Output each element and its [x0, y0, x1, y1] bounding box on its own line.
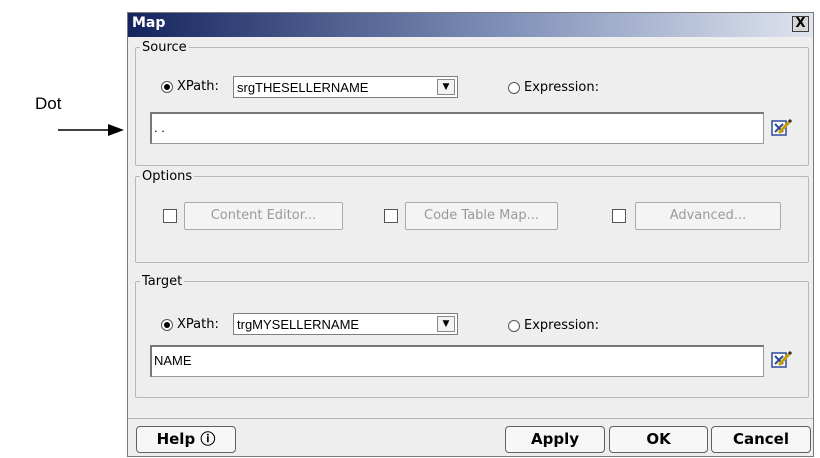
ok-button[interactable]: OK — [609, 426, 708, 453]
chevron-down-icon[interactable]: ▼ — [437, 79, 455, 95]
source-expression-radio[interactable]: Expression: — [508, 80, 599, 95]
radio-unselected-icon — [508, 319, 520, 332]
target-xpath-combobox[interactable]: trgMYSELLERNAME ▼ — [233, 313, 458, 335]
source-legend: Source — [142, 40, 187, 55]
source-field-value: . . — [154, 120, 165, 135]
source-xpath-combobox[interactable]: srgTHESELLERNAME ▼ — [233, 76, 458, 98]
annotation-arrow-icon — [58, 124, 124, 136]
source-group: Source — [135, 40, 809, 166]
target-expression-field[interactable]: NAME — [150, 345, 764, 377]
target-field-value: NAME — [154, 353, 192, 368]
advanced-button[interactable]: Advanced... — [635, 202, 781, 230]
close-button[interactable]: X — [792, 16, 809, 32]
map-dialog: Map X Source XPath: srgTHESELLERNAME ▼ E… — [127, 12, 814, 457]
source-expression-label: Expression: — [524, 80, 599, 95]
title-bar[interactable]: Map X — [128, 13, 813, 37]
dot-annotation-label: Dot — [35, 94, 62, 113]
source-edit-icon[interactable] — [771, 117, 793, 137]
source-expression-field[interactable]: . . — [150, 112, 764, 144]
cancel-button[interactable]: Cancel — [711, 426, 811, 453]
code-table-map-button[interactable]: Code Table Map... — [405, 202, 558, 230]
code-table-map-checkbox[interactable] — [384, 209, 398, 223]
content-editor-button[interactable]: Content Editor... — [184, 202, 343, 230]
source-xpath-radio[interactable]: XPath: — [161, 79, 219, 94]
help-button[interactable]: Help ⓘ — [136, 426, 236, 453]
radio-selected-icon — [161, 318, 173, 331]
target-expression-label: Expression: — [524, 318, 599, 333]
target-xpath-label: XPath: — [177, 317, 219, 332]
advanced-checkbox[interactable] — [612, 209, 626, 223]
apply-button[interactable]: Apply — [505, 426, 605, 453]
radio-selected-icon — [161, 80, 173, 93]
source-xpath-label: XPath: — [177, 79, 219, 94]
target-expression-radio[interactable]: Expression: — [508, 318, 599, 333]
dialog-title: Map — [132, 15, 166, 31]
radio-unselected-icon — [508, 81, 520, 94]
chevron-down-icon[interactable]: ▼ — [437, 316, 455, 332]
target-legend: Target — [142, 274, 183, 289]
source-xpath-value: srgTHESELLERNAME — [237, 80, 369, 95]
button-separator — [128, 418, 813, 419]
target-xpath-radio[interactable]: XPath: — [161, 317, 219, 332]
content-editor-checkbox[interactable] — [163, 209, 177, 223]
target-group: Target — [135, 274, 809, 398]
options-legend: Options — [142, 169, 193, 184]
target-edit-icon[interactable] — [771, 349, 793, 369]
target-xpath-value: trgMYSELLERNAME — [237, 317, 360, 332]
